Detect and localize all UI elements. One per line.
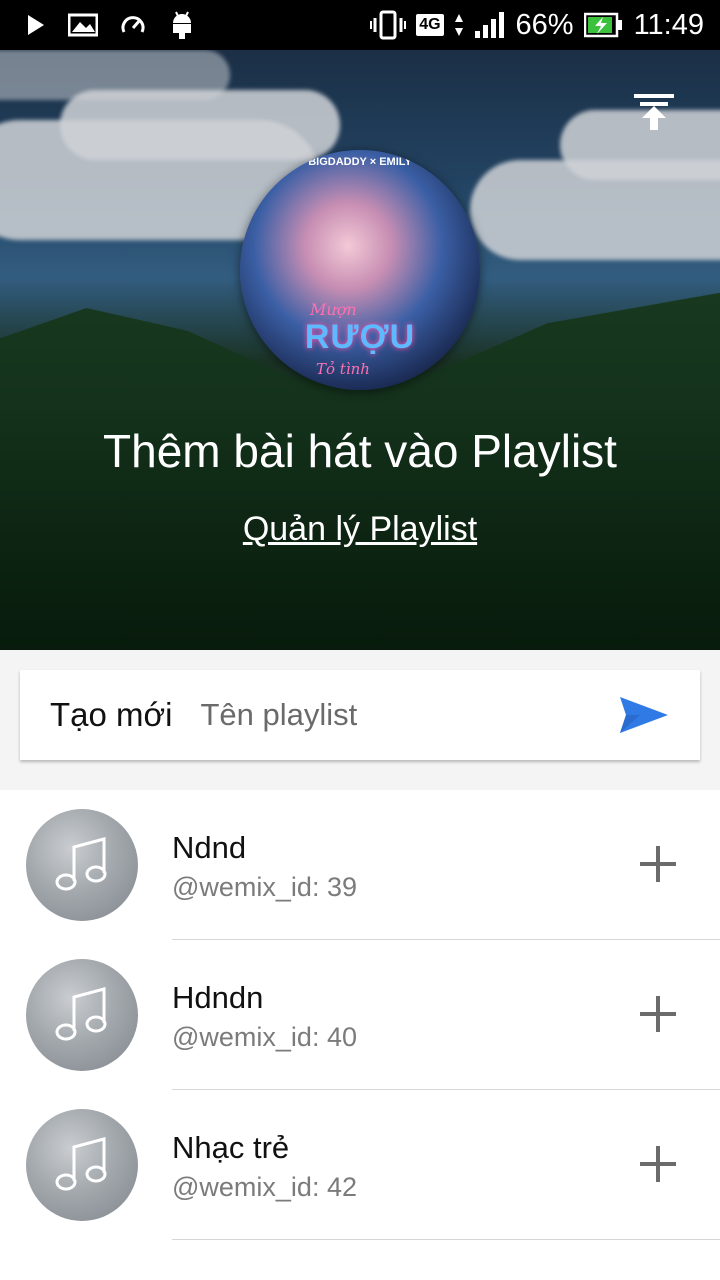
music-note-icon: [55, 837, 107, 891]
song-cover-art: BIGDADDY × EMILY Mượn RƯỢU Tỏ tình: [240, 150, 480, 390]
playlist-thumbnail: [26, 959, 138, 1071]
playlist-thumbnail: [26, 809, 138, 921]
battery-percent: 66%: [515, 8, 574, 41]
playlist-row-hdndn[interactable]: Hdndn @wemix_id: 40: [0, 940, 720, 1090]
cover-subtitle-2: Tỏ tình: [316, 360, 370, 378]
send-icon[interactable]: [618, 693, 670, 737]
data-transfer-icon: [454, 14, 463, 36]
network-type-badge: 4G: [416, 14, 444, 36]
divider: [172, 1239, 720, 1240]
playlist-hero: BIGDADDY × EMILY Mượn RƯỢU Tỏ tình Thêm …: [0, 50, 720, 650]
playlist-name: Ndnd: [172, 830, 247, 865]
plus-icon[interactable]: [640, 1146, 676, 1182]
music-note-icon: [55, 1137, 107, 1191]
music-note-icon: [55, 987, 107, 1041]
speed-notification-icon: [121, 16, 145, 33]
status-bar: 4G 66% 11:49: [0, 0, 720, 50]
battery-charging-icon: [583, 12, 622, 38]
image-notification-icon: [68, 13, 98, 37]
cover-title: RƯỢU: [304, 318, 416, 356]
clock: 11:49: [633, 8, 704, 41]
status-icons-right: 4G 66% 11:49: [370, 9, 704, 42]
playlist-row-ndnd[interactable]: Ndnd @wemix_id: 39: [0, 790, 720, 940]
playlist-list: Ndnd @wemix_id: 39 Hdndn @wemix_id: 40 N…: [0, 790, 720, 1240]
create-label: Tạo mới: [50, 696, 173, 733]
vibrate-icon: [370, 10, 407, 40]
plus-icon[interactable]: [640, 996, 676, 1032]
create-playlist-section: Tạo mới: [0, 650, 720, 790]
manage-playlist-link[interactable]: Quản lý Playlist: [0, 510, 720, 549]
status-icons-left: [26, 10, 194, 40]
create-playlist-card: Tạo mới: [20, 670, 700, 760]
sort-to-top-icon[interactable]: [632, 90, 676, 134]
play-notification-icon: [28, 15, 44, 35]
playlist-id: @wemix_id: 40: [172, 1022, 357, 1052]
playlist-row-nhac-tre[interactable]: Nhạc trẻ @wemix_id: 42: [0, 1090, 720, 1240]
playlist-name: Nhạc trẻ: [172, 1130, 290, 1165]
plus-icon[interactable]: [640, 846, 676, 882]
playlist-name: Hdndn: [172, 980, 264, 1015]
android-notification-icon: [173, 11, 191, 39]
cover-subtitle-1: Mượn: [310, 300, 357, 319]
cover-artist-text: BIGDADDY × EMILY: [308, 156, 412, 168]
playlist-id: @wemix_id: 39: [172, 872, 357, 902]
page-title: Thêm bài hát vào Playlist: [103, 425, 617, 477]
signal-icon: [474, 12, 504, 38]
playlist-name-input[interactable]: [200, 697, 618, 733]
playlist-thumbnail: [26, 1109, 138, 1221]
playlist-id: @wemix_id: 42: [172, 1172, 357, 1202]
